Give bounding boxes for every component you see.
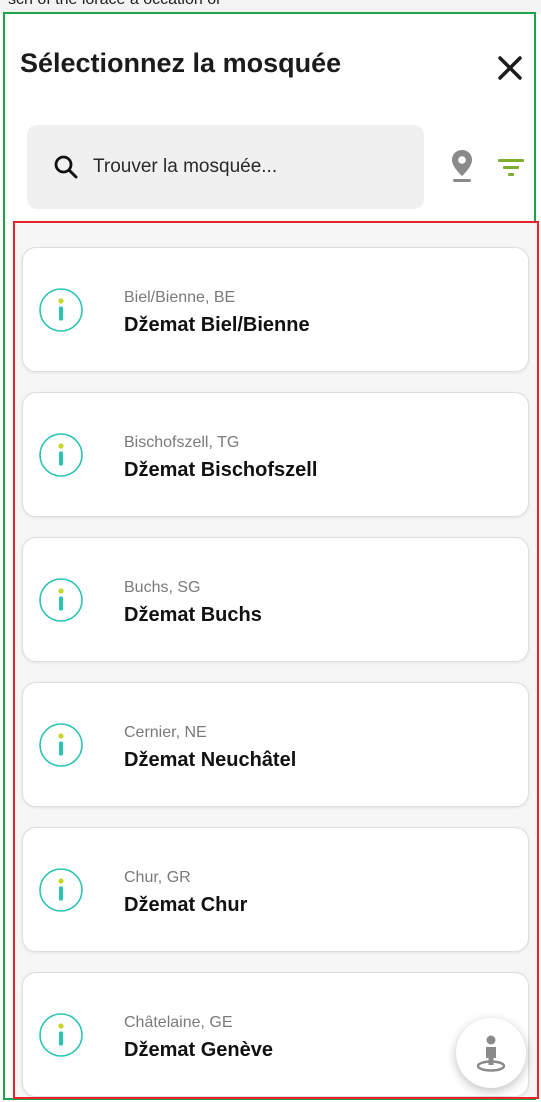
close-icon bbox=[498, 56, 522, 80]
info-icon bbox=[39, 1013, 83, 1057]
filter-icon bbox=[498, 159, 524, 176]
list-item[interactable]: Cernier, NE Džemat Neuchâtel bbox=[22, 682, 529, 807]
mosque-location: Cernier, NE bbox=[124, 724, 207, 741]
search-box[interactable] bbox=[27, 125, 424, 209]
info-icon bbox=[39, 433, 83, 477]
mosque-list[interactable]: Biel/Bienne, BE Džemat Biel/Bienne Bisch… bbox=[13, 221, 539, 1099]
page-title: Sélectionnez la mosquée bbox=[20, 48, 342, 78]
search-input[interactable] bbox=[93, 147, 403, 187]
list-item[interactable]: Buchs, SG Džemat Buchs bbox=[22, 537, 529, 662]
info-icon bbox=[39, 288, 83, 332]
mosque-name: Džemat Neuchâtel bbox=[124, 749, 297, 771]
location-pin-icon bbox=[452, 150, 472, 182]
mosque-name: Džemat Bischofszell bbox=[124, 459, 318, 481]
mosque-location: Buchs, SG bbox=[124, 579, 201, 596]
info-icon bbox=[39, 723, 83, 767]
list-item[interactable]: Châtelaine, GE Džemat Genève bbox=[22, 972, 529, 1097]
list-item[interactable]: Bischofszell, TG Džemat Bischofszell bbox=[22, 392, 529, 517]
top-strip: sch of the lorace a occation or bbox=[0, 0, 541, 14]
close-button[interactable] bbox=[490, 48, 530, 88]
mosque-location: Biel/Bienne, BE bbox=[124, 289, 236, 306]
search-icon bbox=[54, 155, 78, 179]
mosque-location: Chur, GR bbox=[124, 869, 191, 886]
header: Sélectionnez la mosquée bbox=[20, 40, 530, 100]
person-location-icon bbox=[476, 1035, 506, 1072]
mosque-name: Džemat Buchs bbox=[124, 604, 262, 626]
filter-button[interactable] bbox=[496, 152, 526, 182]
mosque-location: Bischofszell, TG bbox=[124, 434, 240, 451]
mosque-name: Džemat Genève bbox=[124, 1039, 273, 1061]
info-icon bbox=[39, 868, 83, 912]
mosque-location: Châtelaine, GE bbox=[124, 1014, 233, 1031]
top-strip-text: sch of the lorace a occation or bbox=[8, 0, 221, 9]
location-button[interactable] bbox=[448, 148, 476, 184]
list-item[interactable]: Chur, GR Džemat Chur bbox=[22, 827, 529, 952]
mosque-name: Džemat Biel/Bienne bbox=[124, 314, 310, 336]
mosque-name: Džemat Chur bbox=[124, 894, 248, 916]
list-item[interactable]: Biel/Bienne, BE Džemat Biel/Bienne bbox=[22, 247, 529, 372]
nearby-location-button[interactable] bbox=[456, 1018, 526, 1088]
info-icon bbox=[39, 578, 83, 622]
